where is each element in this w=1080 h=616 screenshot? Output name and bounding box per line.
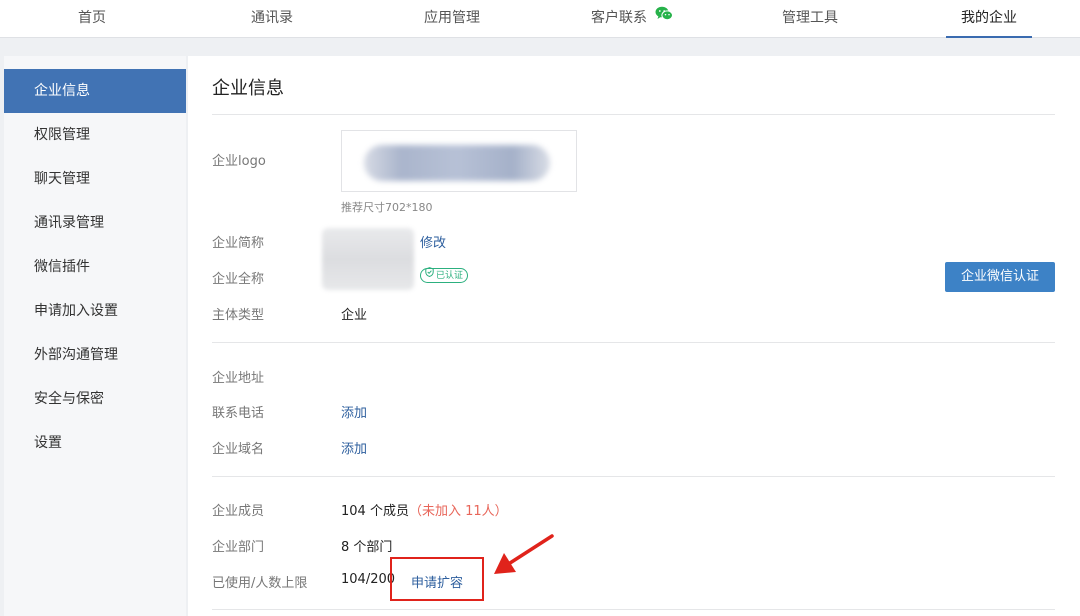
entity-type-label: 主体类型 — [212, 308, 265, 323]
sidebar-item-enterprise-info[interactable]: 企业信息 — [4, 69, 186, 113]
sidebar-item-contacts-management[interactable]: 通讯录管理 — [4, 201, 186, 245]
tab-customer-contact[interactable]: 客户联系 — [586, 0, 678, 38]
address-label: 企业地址 — [212, 371, 265, 386]
full-name-label: 企业全称 — [212, 272, 265, 287]
wechat-icon — [655, 0, 673, 35]
tab-my-enterprise[interactable]: 我的企业 — [946, 0, 1032, 38]
sidebar-item-settings[interactable]: 设置 — [4, 421, 186, 465]
divider — [212, 114, 1055, 115]
departments-value: 8 个部门 — [341, 540, 393, 555]
members-label: 企业成员 — [212, 504, 265, 519]
members-count: 104 个成员 — [341, 504, 409, 519]
sidebar-item-join-settings[interactable]: 申请加入设置 — [4, 289, 186, 333]
phone-label: 联系电话 — [212, 406, 265, 421]
sidebar-item-permissions[interactable]: 权限管理 — [4, 113, 186, 157]
member-limit-value: 104/200 — [341, 572, 396, 587]
divider — [212, 476, 1055, 477]
sidebar-item-wechat-plugin[interactable]: 微信插件 — [4, 245, 186, 289]
tab-customer-contact-label: 客户联系 — [591, 10, 647, 26]
enterprise-logo-image — [364, 145, 550, 181]
tab-contacts[interactable]: 通讯录 — [236, 0, 308, 38]
wechat-verify-button[interactable]: 企业微信认证 — [945, 262, 1055, 292]
enterprise-name-redacted — [322, 228, 414, 290]
top-navigation: 首页 通讯录 应用管理 客户联系 管理工具 我的企业 — [0, 0, 1080, 38]
pending-members: （未加入 11人） — [408, 504, 508, 519]
divider — [212, 609, 1055, 610]
members-value: 104 个成员（未加入 11人） — [341, 500, 508, 519]
tab-app-management[interactable]: 应用管理 — [410, 0, 494, 38]
sidebar-item-external-communication[interactable]: 外部沟通管理 — [4, 333, 186, 377]
shield-check-icon — [425, 267, 434, 282]
logo-upload[interactable] — [341, 130, 577, 192]
logo-size-hint: 推荐尺寸702*180 — [341, 201, 433, 214]
main-panel: 企业信息 企业logo 推荐尺寸702*180 企业简称 修改 企业全称 已认证… — [188, 56, 1080, 616]
sidebar-item-chat-management[interactable]: 聊天管理 — [4, 157, 186, 201]
add-domain-link[interactable]: 添加 — [341, 438, 367, 457]
sidebar-item-security[interactable]: 安全与保密 — [4, 377, 186, 421]
departments-label: 企业部门 — [212, 540, 265, 555]
page-title: 企业信息 — [212, 78, 284, 99]
member-limit-label: 已使用/人数上限 — [212, 576, 308, 591]
verified-badge: 已认证 — [420, 267, 469, 283]
logo-label: 企业logo — [212, 154, 266, 169]
tab-home[interactable]: 首页 — [62, 0, 122, 38]
annotation-highlight-box — [390, 557, 484, 601]
edit-short-name-link[interactable]: 修改 — [420, 232, 446, 251]
tab-management-tools[interactable]: 管理工具 — [768, 0, 852, 38]
domain-label: 企业域名 — [212, 442, 265, 457]
entity-type-value: 企业 — [341, 308, 368, 323]
divider — [212, 342, 1055, 343]
short-name-label: 企业简称 — [212, 236, 265, 251]
verified-badge-label: 已认证 — [436, 271, 464, 281]
sidebar: 企业信息 权限管理 聊天管理 通讯录管理 微信插件 申请加入设置 外部沟通管理 … — [4, 56, 186, 616]
add-phone-link[interactable]: 添加 — [341, 402, 367, 421]
